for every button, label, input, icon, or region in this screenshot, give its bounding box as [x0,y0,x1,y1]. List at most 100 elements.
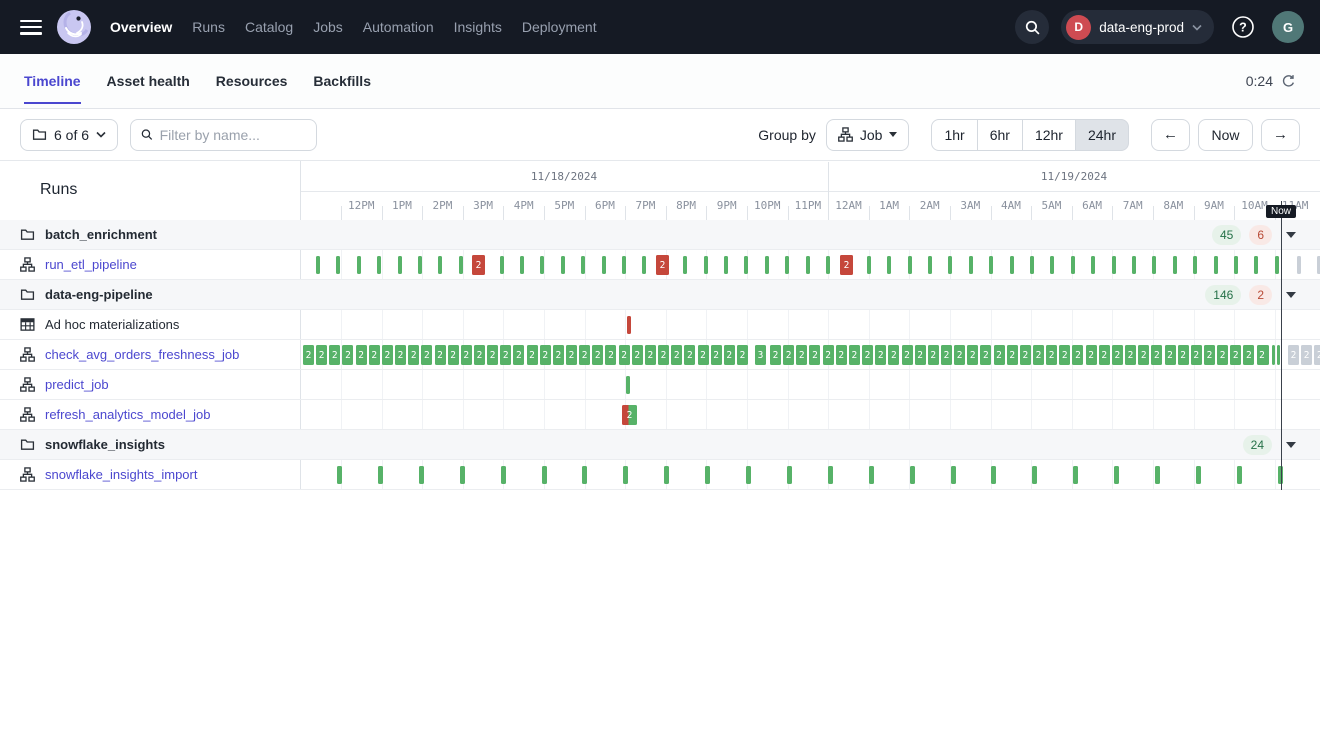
run-bar-success[interactable]: 2 [862,345,873,365]
run-bar-success[interactable]: 2 [658,345,669,365]
run-bar-success[interactable]: 2 [619,345,630,365]
run-bar-success[interactable] [704,256,708,274]
run-bar-success[interactable]: 2 [1086,345,1097,365]
range-6hr[interactable]: 6hr [977,119,1023,151]
run-bar-success[interactable]: 2 [875,345,886,365]
run-bar-success[interactable]: 2 [579,345,590,365]
range-24hr[interactable]: 24hr [1075,119,1129,151]
tab-resources[interactable]: Resources [216,54,288,108]
run-bar-success[interactable] [378,466,383,484]
run-bar-success[interactable] [951,466,956,484]
run-bar-success[interactable] [1071,256,1075,274]
run-bar-success[interactable] [438,256,442,274]
run-bar-success[interactable] [418,256,422,274]
run-bar-success[interactable]: 2 [435,345,446,365]
refresh-icon[interactable] [1281,74,1296,89]
run-bar-future[interactable]: 2 [1301,345,1312,365]
run-bar-success[interactable]: 2 [698,345,709,365]
run-bar-success[interactable] [1193,256,1197,274]
run-bar-success[interactable] [561,256,565,274]
run-bar-success[interactable]: 2 [783,345,794,365]
nav-item-runs[interactable]: Runs [192,19,225,35]
run-bar-success[interactable] [582,466,587,484]
run-bar-success[interactable] [336,256,340,274]
run-bar-success[interactable]: 2 [1204,345,1215,365]
run-bar-success[interactable] [867,256,871,274]
row-label[interactable]: snowflake_insights_import [45,467,197,482]
run-bar-failure[interactable]: 2 [656,255,669,275]
user-avatar[interactable]: G [1272,11,1304,43]
run-bar-success[interactable] [540,256,544,274]
run-bar-success[interactable] [1196,466,1201,484]
menu-icon[interactable] [20,20,42,35]
run-bar-success[interactable]: 2 [329,345,340,365]
run-bar-success[interactable]: 2 [671,345,682,365]
run-bar-success[interactable] [1275,256,1279,274]
run-bar-success[interactable]: 2 [527,345,538,365]
run-bar-success[interactable] [1132,256,1136,274]
run-bar-success[interactable]: 2 [980,345,991,365]
timeline-prev-button[interactable]: ← [1151,119,1190,151]
search-icon[interactable] [1015,10,1049,44]
run-bar-success[interactable] [826,256,830,274]
run-bar-success[interactable]: 2 [395,345,406,365]
run-bar-success[interactable] [500,256,504,274]
run-bar-success[interactable] [787,466,792,484]
run-bar-success[interactable] [1237,466,1242,484]
group-by-select[interactable]: Job [826,119,910,151]
run-bar-success[interactable] [765,256,769,274]
run-bar-success[interactable]: 2 [540,345,551,365]
run-bar-success[interactable]: 2 [836,345,847,365]
run-bar-success[interactable]: 2 [1217,345,1228,365]
run-bar-success[interactable]: 2 [1138,345,1149,365]
run-bar-success[interactable]: 2 [1059,345,1070,365]
run-bar-success[interactable] [746,466,751,484]
tab-timeline[interactable]: Timeline [24,54,81,108]
run-bar-success[interactable]: 2 [303,345,314,365]
run-bar-success[interactable] [398,256,402,274]
run-bar-success[interactable] [908,256,912,274]
run-bar-success[interactable]: 2 [1033,345,1044,365]
run-bar-success[interactable] [501,466,506,484]
run-bar-success[interactable] [806,256,810,274]
run-bar-success[interactable] [724,256,728,274]
run-bar-success[interactable] [910,466,915,484]
run-bar-success[interactable]: 2 [356,345,367,365]
run-bar-success[interactable] [1234,256,1238,274]
timeline-next-button[interactable]: → [1261,119,1300,151]
run-bar-success[interactable]: 2 [382,345,393,365]
run-bar-success[interactable] [969,256,973,274]
run-bar-success[interactable] [1266,345,1269,365]
run-bar-success[interactable] [542,466,547,484]
run-bar-success[interactable] [1010,256,1014,274]
run-bar-success[interactable]: 2 [849,345,860,365]
row-label[interactable]: check_avg_orders_freshness_job [45,347,239,362]
run-bar-success[interactable] [989,256,993,274]
run-bar-success[interactable] [869,466,874,484]
run-bar-success[interactable]: 2 [605,345,616,365]
run-bar-success[interactable] [1032,466,1037,484]
filter-input[interactable] [160,127,306,143]
run-bar-success[interactable] [377,256,381,274]
run-bar-success[interactable]: 2 [316,345,327,365]
run-bar-success[interactable] [683,256,687,274]
run-bar-success[interactable]: 2 [902,345,913,365]
run-bar-success[interactable]: 2 [408,345,419,365]
run-bar-success[interactable]: 2 [994,345,1005,365]
tab-backfills[interactable]: Backfills [313,54,371,108]
run-bar-success[interactable] [642,256,646,274]
run-bar-success[interactable] [1152,256,1156,274]
run-bar-success[interactable]: 2 [1125,345,1136,365]
run-bar-success[interactable]: 2 [487,345,498,365]
range-1hr[interactable]: 1hr [931,119,977,151]
run-bar-success[interactable] [744,256,748,274]
run-bar-success[interactable]: 2 [553,345,564,365]
run-bar-success[interactable] [602,256,606,274]
deployment-switcher[interactable]: D data-eng-prod [1061,10,1214,44]
run-bar-success[interactable]: 2 [592,345,603,365]
run-bar-success[interactable] [1112,256,1116,274]
run-bar-success[interactable]: 2 [954,345,965,365]
range-12hr[interactable]: 12hr [1022,119,1076,151]
run-bar-success[interactable] [948,256,952,274]
nav-item-automation[interactable]: Automation [363,19,434,35]
